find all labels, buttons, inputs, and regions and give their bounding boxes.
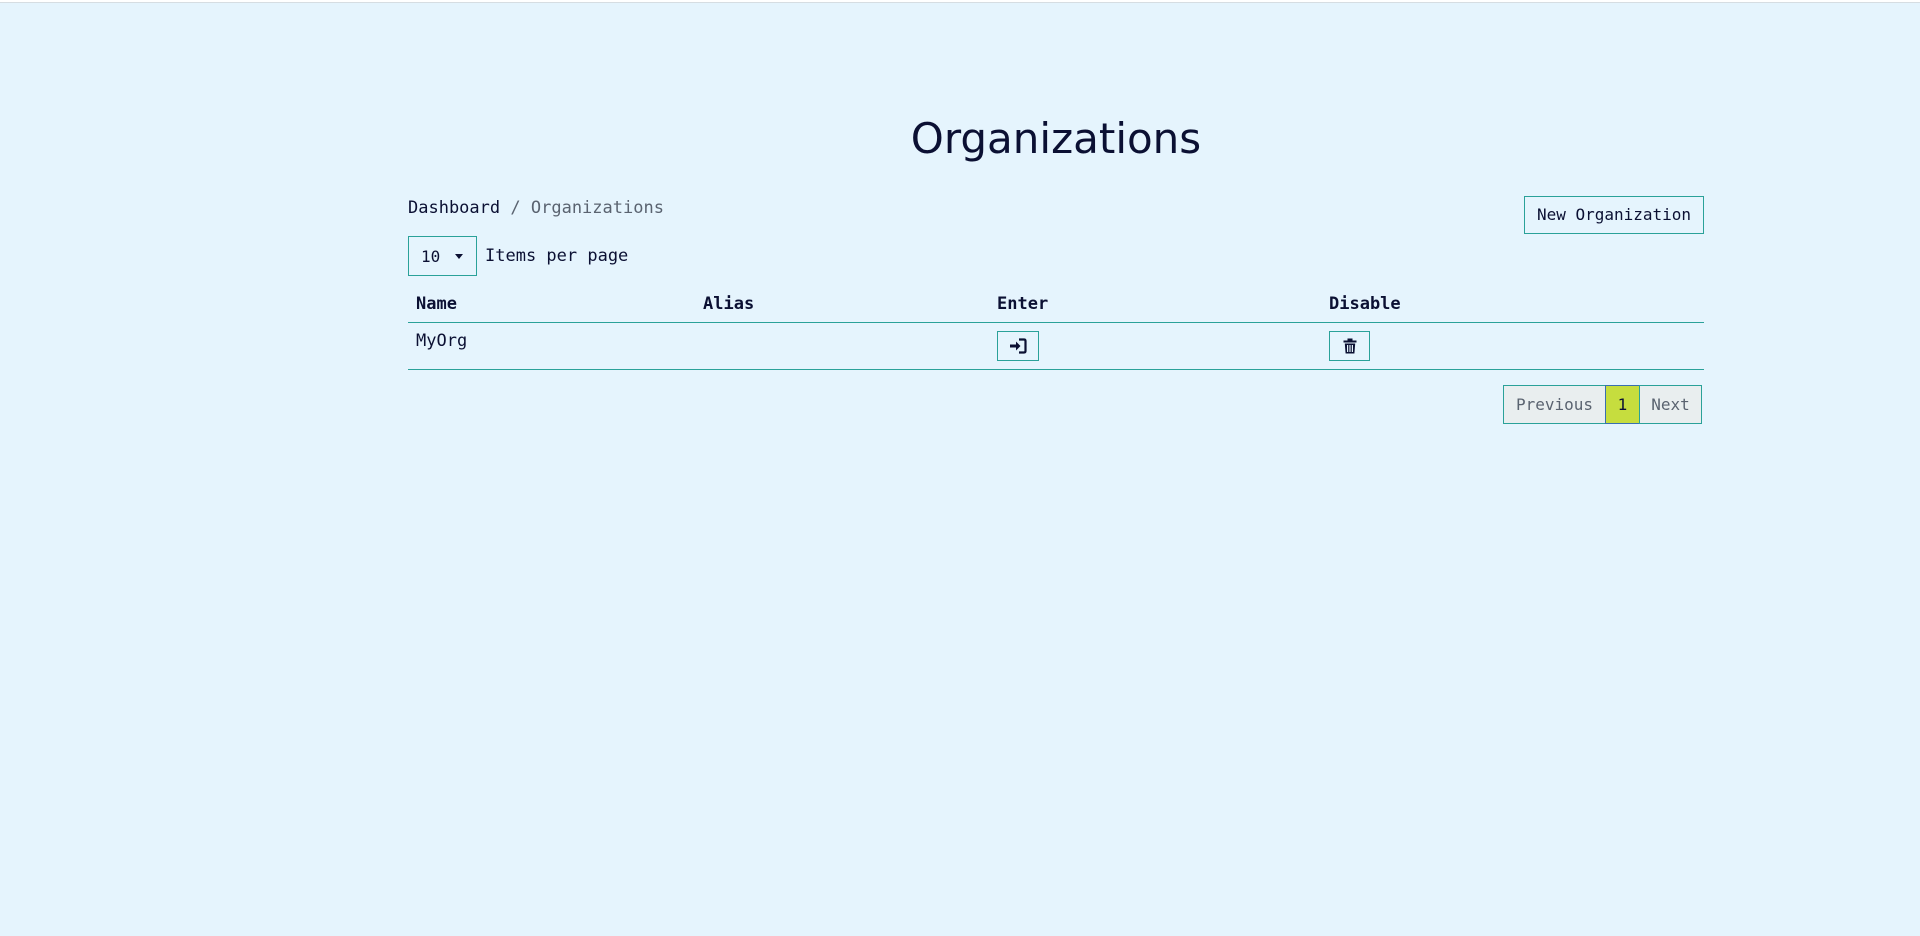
breadcrumb-current: Organizations (530, 198, 664, 218)
table-row: MyOrg (408, 323, 1704, 370)
next-page-button[interactable]: Next (1639, 385, 1702, 424)
new-organization-button[interactable]: New Organization (1524, 196, 1704, 234)
items-per-page-select[interactable]: 10 (408, 236, 477, 276)
items-per-page-value: 10 (421, 246, 441, 266)
page-1-button[interactable]: 1 (1605, 385, 1640, 424)
trash-icon (1343, 338, 1356, 354)
disable-organization-button[interactable] (1329, 331, 1370, 361)
sign-in-icon (1010, 338, 1027, 354)
breadcrumb-dashboard-link[interactable]: Dashboard (408, 198, 500, 218)
enter-organization-button[interactable] (997, 331, 1039, 361)
column-header-alias: Alias (703, 294, 755, 314)
pagination: Previous 1 Next (1503, 385, 1702, 424)
previous-page-button[interactable]: Previous (1503, 385, 1606, 424)
items-per-page-label: Items per page (485, 246, 629, 266)
breadcrumb-separator: / (510, 198, 521, 218)
cell-name: MyOrg (416, 331, 468, 351)
page-title: Organizations (910, 114, 1202, 163)
column-header-disable: Disable (1329, 294, 1401, 314)
caret-down-icon (455, 254, 463, 259)
breadcrumb: Dashboard / Organizations (408, 196, 664, 220)
top-rule (0, 0, 1920, 3)
column-header-enter: Enter (997, 294, 1049, 314)
table-header: Name Alias Enter Disable (408, 290, 1704, 323)
column-header-name: Name (416, 294, 457, 314)
organizations-table: Name Alias Enter Disable MyOrg (408, 290, 1704, 370)
items-per-page: 10 Items per page (408, 236, 628, 276)
